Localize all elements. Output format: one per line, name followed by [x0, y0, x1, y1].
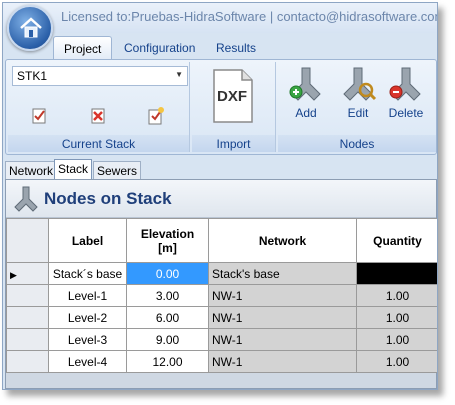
elevation-cell[interactable]: 9.00 [126, 328, 209, 351]
document-tab-strip: Network Stack Sewers [3, 159, 437, 179]
application-menu-button[interactable] [7, 5, 53, 51]
label-cell[interactable]: Level-4 [48, 350, 127, 373]
quantity-cell[interactable]: 1.00 [356, 350, 437, 373]
quantity-cell[interactable] [356, 262, 437, 285]
nodes-panel: Nodes on Stack Label Elevation [m] Netwo… [5, 179, 437, 389]
tab-sewers[interactable]: Sewers [93, 161, 142, 179]
elevation-cell[interactable]: 3.00 [126, 284, 209, 307]
dxf-label: DXF [217, 88, 247, 105]
delete-node-label: Delete [388, 106, 424, 120]
edit-node-label: Edit [347, 106, 369, 120]
quantity-cell[interactable]: 1.00 [356, 284, 437, 307]
network-cell[interactable]: NW-1 [208, 306, 357, 329]
panel-title: Nodes on Stack [44, 189, 172, 208]
column-header-quantity[interactable]: Quantity [356, 218, 437, 263]
label-cell[interactable]: Level-3 [48, 328, 127, 351]
current-stack-group-label: Current Stack [8, 135, 189, 152]
nodes-group-label: Nodes [278, 135, 436, 152]
stack-fitting-icon [14, 186, 38, 212]
delete-node-button[interactable]: Delete [382, 64, 430, 134]
new-document-icon [148, 107, 164, 125]
current-row-icon: ▶ [10, 269, 17, 280]
edit-fitting-icon [343, 67, 377, 101]
delete-stack-button[interactable] [88, 106, 108, 126]
add-node-button[interactable]: Add [282, 64, 330, 134]
column-header-label[interactable]: Label [48, 218, 127, 263]
import-group-label: Import [192, 135, 275, 152]
elevation-cell[interactable]: 0.00 [126, 262, 209, 285]
tab-network[interactable]: Network [5, 161, 58, 179]
add-fitting-icon [289, 67, 321, 101]
current-stack-group: STK1 ▼ Current Stack [8, 62, 190, 152]
row-selector[interactable] [6, 328, 49, 351]
nodes-group: Add Edit Delete Nodes [278, 62, 436, 152]
delete-document-icon [91, 108, 105, 124]
import-dxf-button[interactable]: DXF [206, 66, 258, 128]
nodes-grid: Label Elevation [m] Network Quantity ▶ S… [6, 218, 437, 373]
tab-results[interactable]: Results [206, 36, 266, 59]
label-cell[interactable]: Level-2 [48, 306, 127, 329]
tab-project[interactable]: Project [53, 36, 113, 59]
row-selector[interactable] [6, 306, 49, 329]
table-row[interactable]: ▶ Stack´s base 0.00 Stack's base [6, 262, 437, 285]
network-cell[interactable]: Stack's base [208, 262, 357, 285]
row-selector[interactable] [6, 284, 49, 307]
network-cell[interactable]: NW-1 [208, 284, 357, 307]
tab-configuration[interactable]: Configuration [114, 36, 205, 59]
title-bar: Licensed to:Pruebas-HidraSoftware | cont… [3, 3, 437, 33]
column-header-elevation[interactable]: Elevation [m] [126, 218, 209, 263]
label-cell[interactable]: Level-1 [48, 284, 127, 307]
table-row[interactable]: Level-3 9.00 NW-1 1.00 [6, 328, 437, 351]
stack-properties-button[interactable] [30, 106, 50, 126]
house-icon [20, 17, 42, 38]
window-title: Licensed to:Pruebas-HidraSoftware | cont… [61, 9, 438, 24]
row-selector-header [6, 218, 49, 263]
network-cell[interactable]: NW-1 [208, 328, 357, 351]
label-cell[interactable]: Stack´s base [48, 262, 127, 285]
quantity-cell[interactable]: 1.00 [356, 328, 437, 351]
edit-node-button[interactable]: Edit [334, 64, 382, 134]
column-header-network[interactable]: Network [208, 218, 357, 263]
chevron-down-icon[interactable]: ▼ [175, 70, 183, 79]
import-group: DXF Import [192, 62, 276, 152]
new-stack-button[interactable] [146, 106, 166, 126]
row-selector[interactable] [6, 350, 49, 373]
delete-fitting-icon [389, 67, 421, 101]
tab-stack[interactable]: Stack [54, 159, 93, 179]
elevation-cell[interactable]: 12.00 [126, 350, 209, 373]
quantity-cell[interactable]: 1.00 [356, 306, 437, 329]
stack-selector[interactable]: STK1 ▼ [12, 66, 188, 86]
checklist-icon [32, 108, 46, 124]
grid-header-row: Label Elevation [m] Network Quantity [6, 218, 437, 263]
ribbon-tab-strip: Project Configuration Results [3, 33, 437, 59]
network-cell[interactable]: NW-1 [208, 350, 357, 373]
table-row[interactable]: Level-1 3.00 NW-1 1.00 [6, 284, 437, 307]
row-selector[interactable]: ▶ [6, 262, 49, 285]
main-window: Licensed to:Pruebas-HidraSoftware | cont… [2, 2, 438, 390]
table-row[interactable]: Level-2 6.00 NW-1 1.00 [6, 306, 437, 329]
ribbon-panel: STK1 ▼ Current Stack DXF Import Add Edit… [5, 59, 437, 155]
add-node-label: Add [295, 106, 317, 120]
elevation-cell[interactable]: 6.00 [126, 306, 209, 329]
table-row[interactable]: Level-4 12.00 NW-1 1.00 [6, 350, 437, 373]
stack-selector-value: STK1 [17, 69, 48, 83]
panel-header: Nodes on Stack [6, 180, 436, 218]
